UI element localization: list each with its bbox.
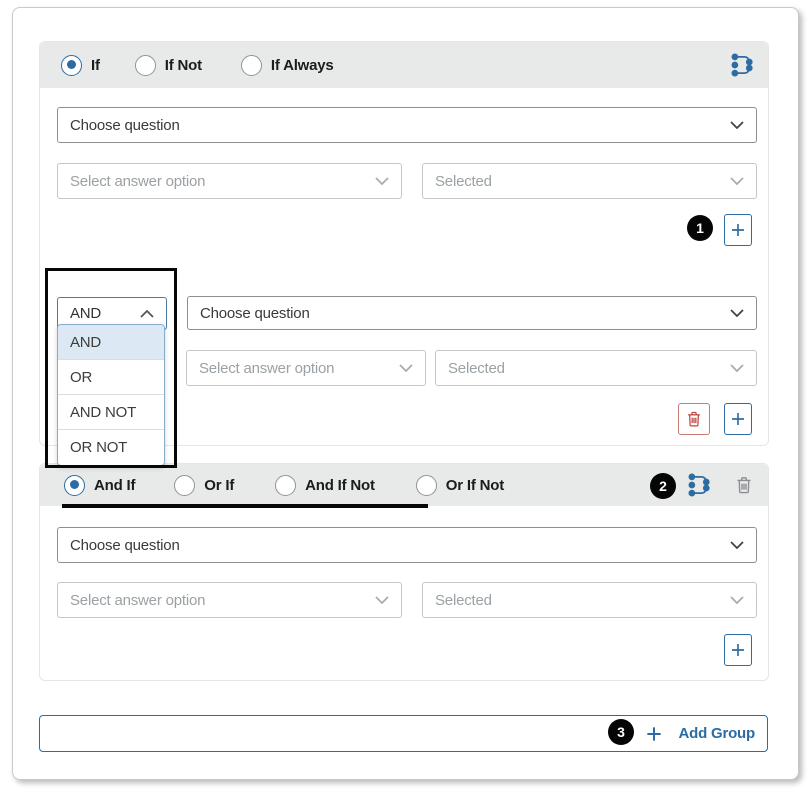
question-placeholder: Choose question <box>200 305 730 322</box>
radio-and-if-circle <box>64 475 85 496</box>
chevron-down-icon <box>730 309 744 317</box>
radio-and-if[interactable]: And If <box>64 475 135 496</box>
radio-or-if-label: Or If <box>204 477 234 494</box>
operator-dropdown-panel: AND OR AND NOT OR NOT <box>57 324 165 466</box>
radio-if[interactable]: If <box>61 55 100 76</box>
plus-icon <box>729 410 747 428</box>
radio-and-if-not-circle <box>275 475 296 496</box>
plus-icon <box>729 641 747 659</box>
chevron-down-icon <box>399 364 413 372</box>
annotation-badge-2: 2 <box>650 473 676 499</box>
chevron-down-icon <box>730 121 744 129</box>
state-placeholder: Selected <box>435 173 730 190</box>
group2-state-select[interactable]: Selected <box>422 582 757 618</box>
operator-option-or-not[interactable]: OR NOT <box>58 430 164 465</box>
operator-option-or[interactable]: OR <box>58 360 164 395</box>
state-placeholder: Selected <box>435 592 730 609</box>
state-placeholder: Selected <box>448 360 730 377</box>
radio-if-always[interactable]: If Always <box>241 55 334 76</box>
delete-group-icon[interactable] <box>731 472 757 498</box>
radio-if-not-label: If Not <box>165 57 202 74</box>
radio-or-if[interactable]: Or If <box>174 475 234 496</box>
group1-answer-select-1[interactable]: Select answer option <box>57 163 402 199</box>
radio-and-if-not-label: And If Not <box>305 477 375 494</box>
radio-or-if-not-label: Or If Not <box>446 477 504 494</box>
chevron-down-icon <box>375 177 389 185</box>
group2-answer-select[interactable]: Select answer option <box>57 582 402 618</box>
delete-condition-button[interactable] <box>678 403 710 435</box>
answer-placeholder: Select answer option <box>70 592 375 609</box>
radio-or-if-not[interactable]: Or If Not <box>416 475 504 496</box>
logic-flow-icon[interactable] <box>730 52 756 78</box>
add-condition-button-2[interactable] <box>724 403 752 435</box>
chevron-down-icon <box>730 596 744 604</box>
question-placeholder: Choose question <box>70 537 730 554</box>
answer-placeholder: Select answer option <box>70 173 375 190</box>
radio-or-if-not-circle <box>416 475 437 496</box>
chevron-down-icon <box>730 177 744 185</box>
plus-icon <box>729 221 747 239</box>
group2-question-select[interactable]: Choose question <box>57 527 757 563</box>
trash-icon <box>684 409 704 429</box>
radio-if-not-circle <box>135 55 156 76</box>
answer-placeholder: Select answer option <box>199 360 399 377</box>
chevron-down-icon <box>730 364 744 372</box>
radio-or-if-circle <box>174 475 195 496</box>
operator-value: AND <box>70 305 140 322</box>
question-placeholder: Choose question <box>70 117 730 134</box>
logic-builder-screen: If If Not If Always <box>0 0 812 789</box>
group1-header: If If Not If Always <box>40 42 768 88</box>
operator-option-and-not[interactable]: AND NOT <box>58 395 164 430</box>
logic-flow-icon[interactable] <box>687 472 713 498</box>
add-group-label: Add Group <box>678 725 755 742</box>
group1-question-select-2[interactable]: Choose question <box>187 296 757 330</box>
radio-if-always-label: If Always <box>271 57 334 74</box>
add-condition-button-3[interactable] <box>724 634 752 666</box>
add-group-button[interactable]: Add Group <box>39 715 768 752</box>
annotation-badge-3: 3 <box>608 719 634 745</box>
radio-if-circle <box>61 55 82 76</box>
radio-if-not[interactable]: If Not <box>135 55 202 76</box>
radio-if-label: If <box>91 57 100 74</box>
chevron-down-icon <box>730 541 744 549</box>
group1-answer-select-2[interactable]: Select answer option <box>186 350 426 386</box>
group1-question-select-1[interactable]: Choose question <box>57 107 757 143</box>
trash-icon <box>733 474 755 496</box>
radio-and-if-not[interactable]: And If Not <box>275 475 375 496</box>
group1-state-select-2[interactable]: Selected <box>435 350 757 386</box>
add-condition-button-1[interactable] <box>724 214 752 246</box>
chevron-down-icon <box>375 596 389 604</box>
radio-and-if-label: And If <box>94 477 135 494</box>
operator-option-and[interactable]: AND <box>58 325 164 360</box>
radio-if-always-circle <box>241 55 262 76</box>
group1-state-select-1[interactable]: Selected <box>422 163 757 199</box>
chevron-up-icon <box>140 310 154 318</box>
plus-icon <box>644 724 664 744</box>
annotation-badge-1: 1 <box>687 215 713 241</box>
